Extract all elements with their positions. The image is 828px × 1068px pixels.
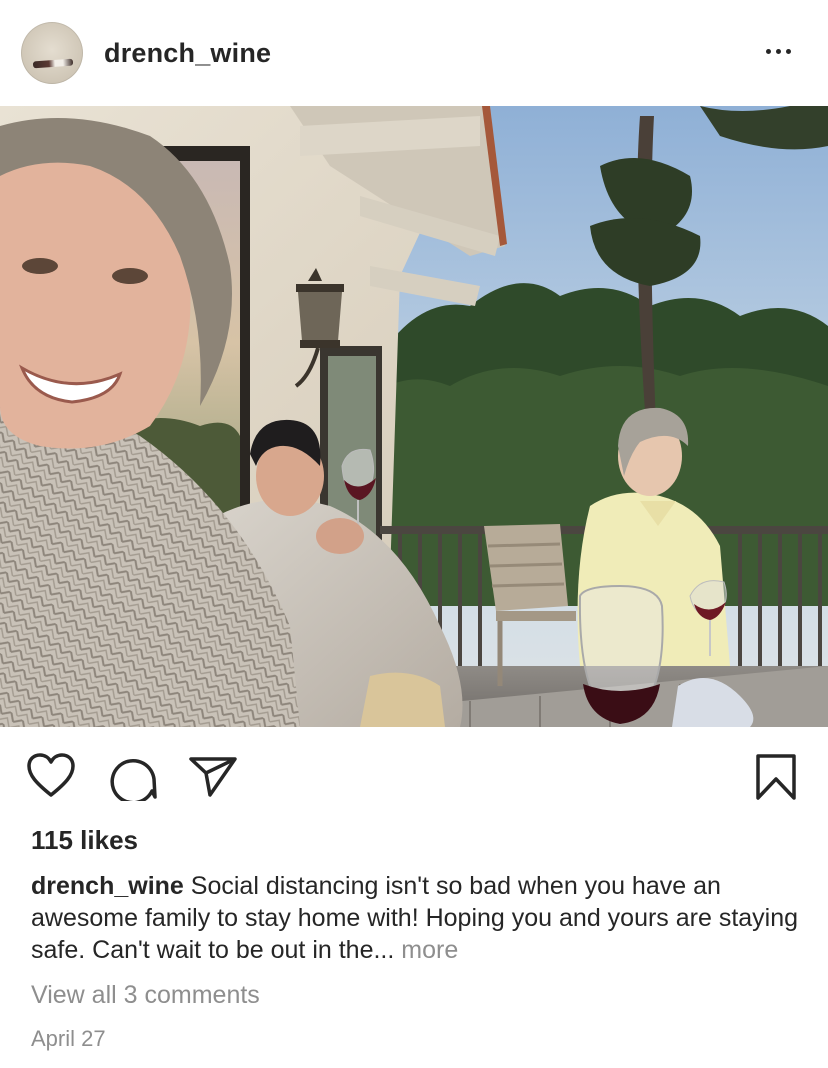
comment-bubble-icon[interactable] <box>108 753 158 801</box>
heart-outline-icon[interactable] <box>26 753 76 799</box>
action-bar <box>0 727 828 817</box>
post-date: April 27 <box>31 1026 106 1051</box>
caption-more-link[interactable]: more <box>401 936 458 964</box>
avatar[interactable] <box>21 22 83 84</box>
paper-plane-icon[interactable] <box>188 753 238 799</box>
post-header: drench_wine <box>0 0 828 106</box>
wine-bottle-logo <box>32 58 74 69</box>
caption-username[interactable]: drench_wine <box>31 872 184 900</box>
post-caption: drench_wine Social distancing isn't so b… <box>31 870 801 966</box>
more-horizontal-icon[interactable] <box>766 44 800 58</box>
likes-count[interactable]: 115 likes <box>31 825 138 856</box>
post-username[interactable]: drench_wine <box>104 38 271 69</box>
bookmark-outline-icon[interactable] <box>754 753 798 801</box>
view-comments-link[interactable]: View all 3 comments <box>31 981 260 1010</box>
post-photo[interactable] <box>0 106 828 727</box>
